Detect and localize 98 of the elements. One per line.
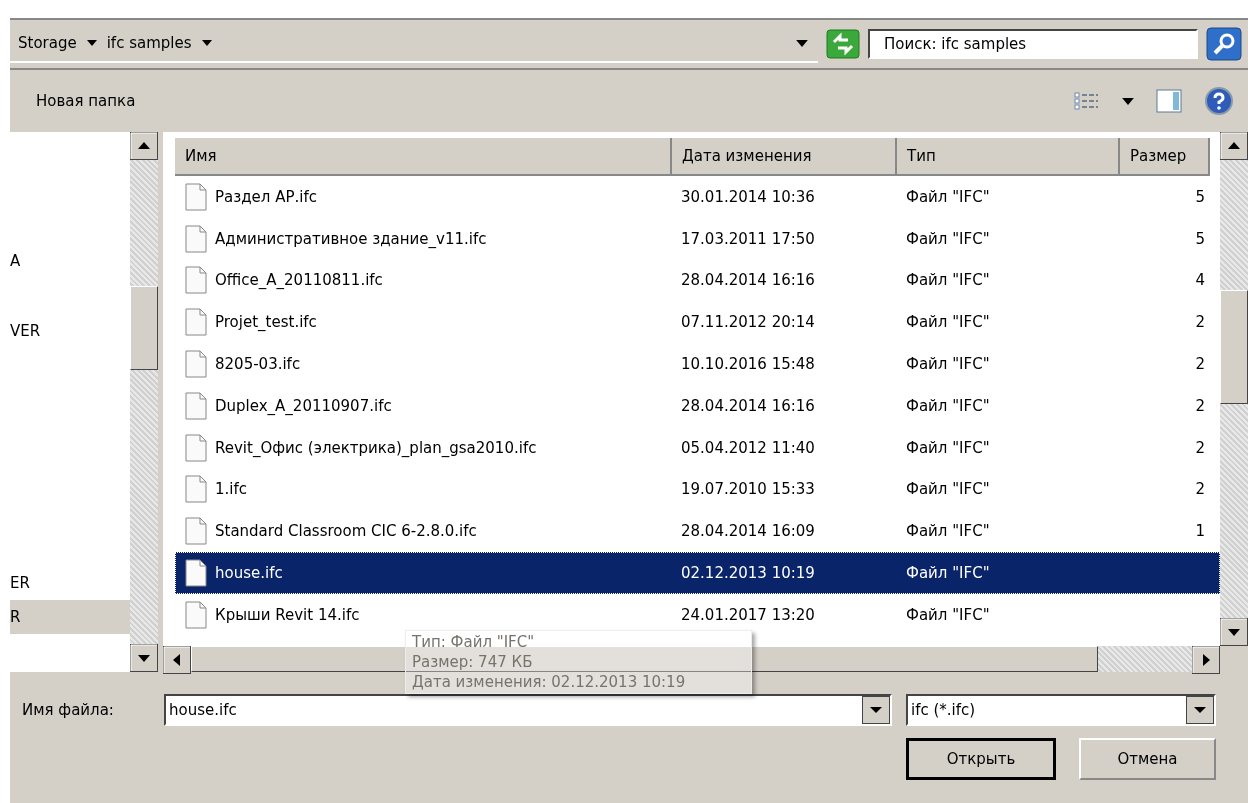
file-row[interactable]: Standard Classroom CIC 6-2.8.0.ifc 28.04.2014 16:09 Файл "IFC" 1 — [175, 510, 1220, 553]
open-button[interactable]: Открыть — [906, 738, 1056, 780]
type-cell-text: Файл "IFC" — [905, 396, 991, 415]
document-icon — [185, 517, 207, 546]
type-cell-text: Файл "IFC" — [905, 229, 991, 248]
file-type-dropdown[interactable]: ifc (*.ifc) — [906, 694, 1216, 726]
help-icon[interactable] — [1204, 86, 1234, 116]
file-name: Duplex_A_20110907.ifc — [215, 396, 392, 415]
document-icon — [185, 266, 207, 295]
date-cell-text: 28.04.2014 16:16 — [680, 396, 816, 415]
file-name: Revit_Офис (электрика)_plan_gsa2010.ifc — [215, 438, 537, 457]
file-name: 1.ifc — [215, 480, 247, 499]
document-icon — [185, 308, 207, 337]
file-row[interactable]: Revit_Офис (электрика)_plan_gsa2010.ifc 05.04.2012 11:40 Файл "IFC" 2 — [175, 426, 1220, 469]
column-header[interactable]: Имя — [175, 138, 672, 176]
document-icon — [185, 182, 207, 211]
scroll-up-arrow[interactable] — [130, 132, 158, 160]
file-name: Административное здание_v11.ifc — [215, 229, 487, 248]
file-name: house.ifc — [215, 564, 283, 583]
file-row[interactable]: 1.ifc 19.07.2010 15:33 Файл "IFC" 2 — [175, 468, 1220, 511]
tooltip-text: Дата изменения: 02.12.2013 10:19 — [412, 673, 687, 691]
column-header[interactable]: Тип — [897, 138, 1120, 176]
search-field[interactable]: Поиск: ifc samples — [868, 29, 1198, 59]
dropdown-arrow[interactable] — [1122, 97, 1134, 105]
search-icon[interactable] — [1206, 27, 1242, 61]
file-row[interactable]: Раздел АР.ifc 30.01.2014 10:36 Файл "IFC" 5 — [175, 176, 1220, 218]
file-name: Крыши Revit 14.ifc — [215, 605, 360, 624]
date-cell-text: 17.03.2011 17:50 — [680, 229, 816, 248]
date-cell-text: 10.10.2016 15:48 — [680, 355, 816, 374]
date-cell-text: 19.07.2010 15:33 — [680, 480, 816, 499]
scroll-left-arrow[interactable] — [163, 646, 191, 674]
size-cell-text: 2 — [1194, 480, 1206, 499]
file-row[interactable]: Административное здание_v11.ifc 17.03.2011 17:50 Файл "IFC" 5 — [175, 217, 1220, 260]
date-cell-text: 02.12.2013 10:19 — [680, 564, 816, 583]
column-header[interactable]: Дата изменения — [672, 138, 897, 176]
size-cell-text: 2 — [1194, 438, 1206, 457]
document-icon — [185, 559, 207, 588]
document-icon — [185, 475, 207, 504]
scroll-up-arrow[interactable] — [1220, 132, 1248, 160]
scroll-right-arrow[interactable] — [1192, 646, 1220, 674]
scrollbar-thumb[interactable] — [130, 286, 158, 370]
address-bar[interactable]: Storage ifc samples — [10, 25, 818, 63]
type-cell-text: Файл "IFC" — [905, 355, 991, 374]
file-row[interactable]: Крыши Revit 14.ifc 24.01.2017 13:20 Файл "IFC" — [175, 593, 1220, 636]
file-name: 8205-03.ifc — [215, 355, 301, 374]
type-cell-text: Файл "IFC" — [905, 271, 991, 290]
type-cell-text: Файл "IFC" — [905, 605, 991, 624]
tooltip-text: Тип: Файл "IFC" — [412, 633, 536, 651]
scroll-down-arrow[interactable] — [1220, 618, 1248, 646]
file-name: Standard Classroom CIC 6-2.8.0.ifc — [215, 522, 477, 541]
scroll-down-arrow[interactable] — [130, 644, 158, 672]
scrollbar-thumb[interactable] — [1220, 290, 1248, 404]
file-row[interactable]: Office_A_20110811.ifc 28.04.2014 16:16 Файл "IFC" 4 — [175, 259, 1220, 302]
file-row[interactable]: house.ifc 02.12.2013 10:19 Файл "IFC" — [175, 552, 1220, 594]
size-cell-text: 5 — [1194, 229, 1206, 248]
size-cell-text: 2 — [1194, 396, 1206, 415]
file-row[interactable]: 8205-03.ifc 10.10.2016 15:48 Файл "IFC" 2 — [175, 343, 1220, 385]
date-cell-text: 28.04.2014 16:16 — [680, 271, 816, 290]
type-cell-text: Файл "IFC" — [905, 438, 991, 457]
size-cell-text: 1 — [1194, 522, 1206, 541]
scrollbar-thumb[interactable] — [191, 646, 1098, 672]
document-icon — [185, 600, 207, 629]
document-icon — [185, 224, 207, 253]
date-cell-text: 05.04.2012 11:40 — [680, 438, 816, 457]
size-cell-text: 2 — [1194, 355, 1206, 374]
type-cell-text: Файл "IFC" — [905, 480, 991, 499]
date-cell-text: 24.01.2017 13:20 — [680, 605, 816, 624]
caret-icon[interactable] — [86, 40, 97, 46]
file-name-field[interactable]: house.ifc — [164, 694, 892, 726]
nav-item[interactable]: R — [10, 600, 130, 634]
tooltip-text: Размер: 747 КБ — [412, 653, 534, 671]
column-header[interactable]: Размер — [1120, 138, 1210, 176]
size-cell-text: 4 — [1194, 271, 1206, 290]
type-cell-text: Файл "IFC" — [905, 564, 991, 583]
caret-icon[interactable] — [201, 40, 212, 46]
date-cell-text: 07.11.2012 20:14 — [680, 313, 816, 332]
document-icon — [185, 350, 207, 379]
size-cell-text: 2 — [1194, 313, 1206, 332]
date-cell-text: 28.04.2014 16:09 — [680, 522, 816, 541]
type-cell-text: Файл "IFC" — [905, 522, 991, 541]
cancel-button[interactable]: Отмена — [1079, 738, 1216, 780]
date-cell-text: 30.01.2014 10:36 — [680, 187, 816, 206]
file-row[interactable]: Duplex_A_20110907.ifc 28.04.2014 16:16 Файл "IFC" 2 — [175, 385, 1220, 427]
type-cell-text: Файл "IFC" — [905, 313, 991, 332]
refresh-icon[interactable] — [826, 29, 860, 59]
file-name: Раздел АР.ifc — [215, 187, 317, 206]
file-name: Projet_test.ifc — [215, 313, 317, 332]
breadcrumb[interactable]: Storage — [18, 34, 77, 52]
breadcrumb[interactable]: ifc samples — [106, 34, 192, 52]
dropdown-arrow[interactable] — [796, 39, 808, 47]
size-cell-text: 5 — [1194, 187, 1206, 206]
new-folder-button[interactable]: Новая папка — [32, 88, 140, 114]
document-icon — [185, 433, 207, 462]
type-cell-text: Файл "IFC" — [905, 187, 991, 206]
file-name-label: Имя файла: — [22, 701, 115, 719]
file-name: Office_A_20110811.ifc — [215, 271, 383, 290]
file-row[interactable]: Projet_test.ifc 07.11.2012 20:14 Файл "IFC" 2 — [175, 301, 1220, 344]
document-icon — [185, 391, 207, 420]
